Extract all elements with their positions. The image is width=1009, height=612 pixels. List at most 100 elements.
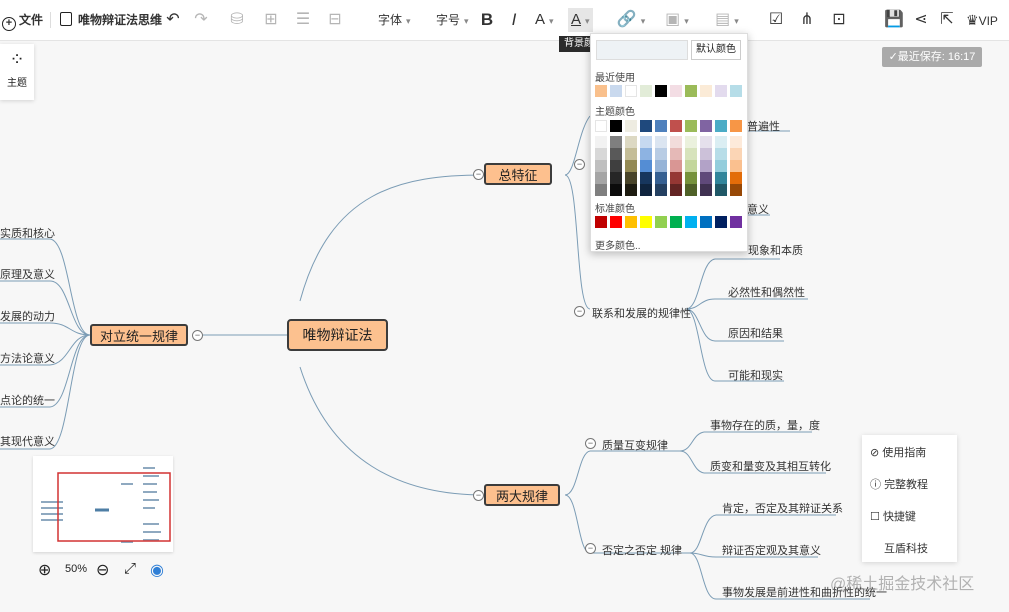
leaf-unity-3[interactable]: 发展的动力: [0, 308, 55, 324]
color-swatch[interactable]: [625, 184, 637, 196]
color-swatch[interactable]: [730, 136, 742, 148]
export-icon[interactable]: ⇱: [936, 8, 958, 32]
color-swatch[interactable]: [595, 160, 607, 172]
leaf-negation-2[interactable]: 辩证否定观及其意义: [722, 542, 821, 558]
vip-button[interactable]: ♛VIP: [966, 8, 998, 32]
color-swatch[interactable]: [655, 216, 667, 228]
background-color-button[interactable]: A: [568, 8, 593, 32]
color-swatch[interactable]: [700, 216, 712, 228]
leaf-unity-1[interactable]: 实质和核心: [0, 225, 55, 241]
usage-guide-link[interactable]: ⊘ 使用指南: [870, 444, 926, 460]
shortcuts-link[interactable]: ☐ 快捷键: [870, 508, 916, 524]
branch-unity-law[interactable]: 对立统一规律: [90, 324, 188, 346]
color-swatch[interactable]: [610, 160, 622, 172]
collapse-icon[interactable]: −: [473, 490, 484, 501]
color-swatch[interactable]: [715, 136, 727, 148]
collapse-icon[interactable]: −: [192, 330, 203, 341]
color-swatch[interactable]: [640, 148, 652, 160]
color-swatch[interactable]: [715, 148, 727, 160]
color-swatch[interactable]: [715, 216, 727, 228]
color-swatch[interactable]: [730, 172, 742, 184]
leaf-meaning[interactable]: 意义: [747, 201, 769, 217]
color-swatch[interactable]: [610, 216, 622, 228]
color-swatch[interactable]: [685, 216, 697, 228]
color-swatch[interactable]: [730, 216, 742, 228]
color-swatch[interactable]: [670, 85, 682, 97]
color-swatch[interactable]: [655, 136, 667, 148]
leaf-unity-6[interactable]: 其现代意义: [0, 433, 55, 449]
color-swatch[interactable]: [625, 172, 637, 184]
zoom-in-icon[interactable]: ⊕: [38, 560, 51, 580]
color-swatch[interactable]: [640, 216, 652, 228]
color-swatch[interactable]: [625, 216, 637, 228]
leaf-phenomenon-essence[interactable]: 现象和本质: [748, 242, 803, 258]
structure-icon[interactable]: ⋔: [796, 8, 818, 32]
color-swatch[interactable]: [670, 172, 682, 184]
color-swatch[interactable]: [685, 85, 697, 97]
color-swatch[interactable]: [625, 148, 637, 160]
color-swatch[interactable]: [595, 120, 607, 132]
color-swatch[interactable]: [670, 136, 682, 148]
color-swatch[interactable]: [670, 148, 682, 160]
color-swatch[interactable]: [700, 120, 712, 132]
default-color-button[interactable]: 默认颜色: [691, 40, 741, 60]
color-swatch[interactable]: [610, 136, 622, 148]
color-swatch[interactable]: [655, 85, 667, 97]
color-swatch[interactable]: [640, 120, 652, 132]
color-swatch[interactable]: [610, 184, 622, 196]
font-family-select[interactable]: 字体: [378, 8, 411, 32]
note-icon[interactable]: ▤: [710, 8, 744, 32]
color-swatch[interactable]: [595, 136, 607, 148]
collapse-icon[interactable]: −: [473, 169, 484, 180]
minimap[interactable]: [33, 456, 173, 552]
layout-icon[interactable]: ⊡: [828, 8, 850, 32]
collapse-icon[interactable]: −: [574, 306, 585, 317]
font-size-select[interactable]: 字号: [436, 8, 469, 32]
color-swatch[interactable]: [640, 160, 652, 172]
color-swatch[interactable]: [655, 148, 667, 160]
bold-button[interactable]: B: [476, 8, 498, 32]
leaf-negation-1[interactable]: 肯定，否定及其辩证关系: [722, 500, 843, 516]
save-icon[interactable]: 💾: [883, 8, 905, 32]
collapse-icon[interactable]: −: [574, 159, 585, 170]
color-swatch[interactable]: [595, 172, 607, 184]
color-swatch[interactable]: [685, 148, 697, 160]
leaf-unity-4[interactable]: 方法论意义: [0, 350, 55, 366]
branch-total-features[interactable]: 总特征: [484, 163, 552, 185]
color-swatch[interactable]: [625, 160, 637, 172]
color-swatch[interactable]: [685, 160, 697, 172]
color-swatch[interactable]: [595, 85, 607, 97]
color-swatch[interactable]: [595, 184, 607, 196]
color-swatch[interactable]: [685, 172, 697, 184]
color-swatch[interactable]: [700, 85, 712, 97]
color-swatch[interactable]: [685, 136, 697, 148]
italic-button[interactable]: I: [503, 8, 525, 32]
leaf-unity-5[interactable]: 点论的统一: [0, 392, 55, 408]
color-swatch[interactable]: [610, 172, 622, 184]
insert-sibling-icon[interactable]: ☰: [292, 8, 314, 32]
eye-icon[interactable]: ◉: [150, 560, 164, 580]
leaf-universality[interactable]: 普遍性: [747, 118, 780, 134]
leaf-necessity-chance[interactable]: 必然性和偶然性: [728, 284, 805, 300]
leaf-quality-2[interactable]: 质变和量变及其相互转化: [710, 458, 831, 474]
color-swatch[interactable]: [670, 160, 682, 172]
color-swatch[interactable]: [670, 184, 682, 196]
file-menu[interactable]: + 文件: [2, 8, 43, 32]
hex-input[interactable]: [596, 40, 688, 60]
theme-panel[interactable]: ⁘ 主题: [0, 44, 34, 100]
color-swatch[interactable]: [700, 148, 712, 160]
fit-screen-icon[interactable]: ⤢: [124, 560, 136, 577]
branch-two-laws[interactable]: 两大规律: [484, 484, 560, 506]
color-swatch[interactable]: [700, 136, 712, 148]
color-swatch[interactable]: [730, 160, 742, 172]
leaf-cause-effect[interactable]: 原因和结果: [728, 325, 783, 341]
color-swatch[interactable]: [715, 172, 727, 184]
format-painter-icon[interactable]: ⛁: [226, 8, 248, 32]
sub-negation-law[interactable]: 否定之否定 规律: [602, 542, 682, 558]
color-swatch[interactable]: [595, 216, 607, 228]
color-swatch[interactable]: [640, 184, 652, 196]
color-swatch[interactable]: [625, 85, 637, 97]
color-swatch[interactable]: [655, 120, 667, 132]
color-swatch[interactable]: [700, 160, 712, 172]
color-swatch[interactable]: [655, 172, 667, 184]
